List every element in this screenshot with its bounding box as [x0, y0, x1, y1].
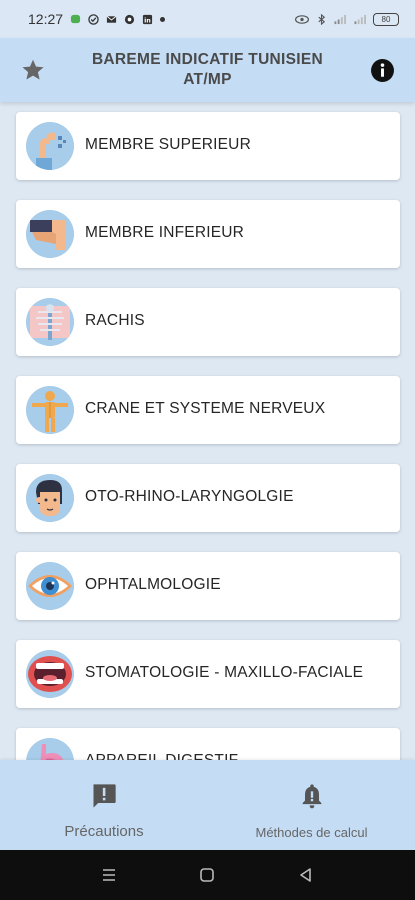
system-nav-bar	[0, 850, 415, 900]
list-item-ophtalmologie[interactable]: OPHTALMOLOGIE	[16, 552, 400, 620]
alert-message-icon	[93, 784, 116, 808]
leg-icon	[26, 210, 74, 258]
nav-methodes-calcul-label: Méthodes de calcul	[255, 825, 368, 840]
page-title: BAREME INDICATIF TUNISIEN AT/MP	[70, 50, 345, 90]
list-item-label: APPAREIL DIGESTIF	[85, 752, 238, 760]
app-bar: BAREME INDICATIF TUNISIEN AT/MP	[0, 38, 415, 102]
bottom-nav: Précautions Méthodes de calcul	[0, 760, 415, 850]
spine-icon	[26, 298, 74, 346]
body-icon	[26, 386, 74, 434]
signal-icon	[334, 14, 346, 24]
nav-precautions-label: Précautions	[64, 823, 144, 840]
list-item-stomatologie-maxillo-faciale[interactable]: STOMATOLOGIE - MAXILLO-FACIALE	[16, 640, 400, 708]
svg-text:in: in	[144, 16, 151, 24]
battery-level: 80	[381, 14, 391, 24]
notification-dot-icon	[160, 16, 166, 22]
home-icon[interactable]	[198, 866, 216, 884]
back-icon[interactable]	[297, 866, 315, 884]
bell-alert-icon	[302, 784, 322, 809]
info-icon[interactable]	[370, 58, 395, 83]
list-item-membre-superieur[interactable]: MEMBRE SUPERIEUR	[16, 112, 400, 180]
mouth-icon	[26, 650, 74, 698]
list-item-crane-systeme-nerveux[interactable]: CRANE ET SYSTEME NERVEUX	[16, 376, 400, 444]
eye-icon	[26, 562, 74, 610]
list-item-label: MEMBRE SUPERIEUR	[85, 136, 251, 153]
app-icon	[124, 14, 135, 24]
mail-icon	[106, 15, 117, 23]
title-line-2: AT/MP	[183, 71, 232, 88]
head-icon	[26, 474, 74, 522]
list-item-membre-inferieur[interactable]: MEMBRE INFERIEUR	[16, 200, 400, 268]
list-item-label: OTO-RHINO-LARYNGOLGIE	[85, 488, 294, 505]
list-item-appareil-digestif[interactable]: APPAREIL DIGESTIF	[16, 728, 400, 760]
recent-apps-icon[interactable]	[100, 866, 118, 884]
check-circle-icon	[88, 13, 99, 25]
eye-status-icon	[294, 14, 310, 24]
nav-precautions[interactable]: Précautions	[0, 760, 208, 850]
chat-icon	[70, 14, 81, 23]
signal-2-icon	[354, 14, 366, 24]
list-item-label: RACHIS	[85, 312, 145, 329]
list-item-label: STOMATOLOGIE - MAXILLO-FACIALE	[85, 664, 364, 681]
list-item-rachis[interactable]: RACHIS	[16, 288, 400, 356]
category-list[interactable]: MEMBRE SUPERIEUR MEMBRE INFERIEUR RACHIS	[0, 102, 415, 760]
stomach-icon	[26, 738, 74, 760]
nav-methodes-calcul[interactable]: Méthodes de calcul	[208, 760, 415, 850]
list-item-label: MEMBRE INFERIEUR	[85, 224, 245, 241]
list-item-oto-rhino-laryngologie[interactable]: OTO-RHINO-LARYNGOLGIE	[16, 464, 400, 532]
bluetooth-icon	[318, 13, 326, 25]
battery-icon: 80	[373, 12, 399, 26]
status-bar: 12:27 in 80	[0, 0, 415, 38]
title-line-1: BAREME INDICATIF TUNISIEN	[91, 51, 324, 68]
arm-icon	[26, 122, 74, 170]
star-icon[interactable]	[20, 57, 46, 83]
list-item-label: CRANE ET SYSTEME NERVEUX	[85, 400, 326, 417]
list-item-label: OPHTALMOLOGIE	[85, 576, 221, 593]
linkedin-icon: in	[142, 14, 153, 24]
status-time: 12:27	[28, 11, 64, 27]
